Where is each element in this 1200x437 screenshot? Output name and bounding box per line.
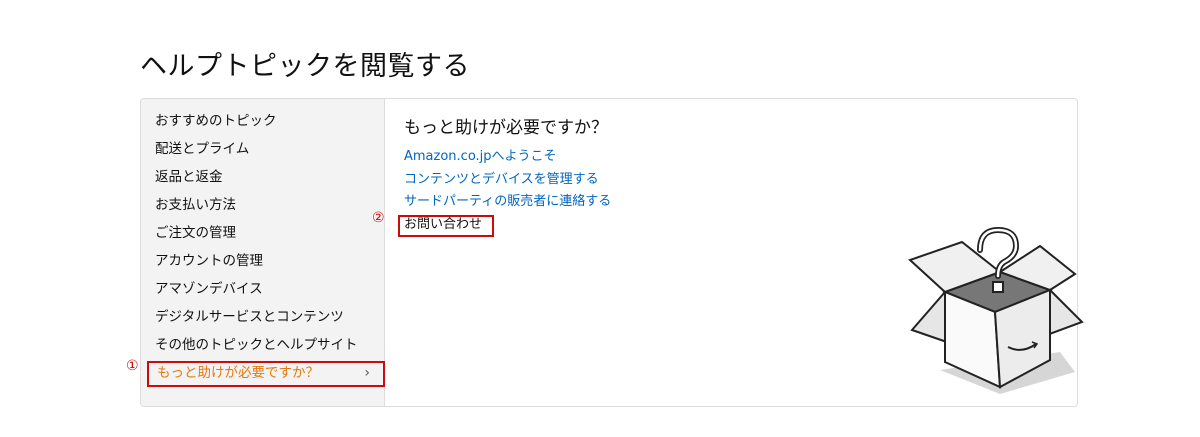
link-welcome[interactable]: Amazon.co.jpへようこそ bbox=[404, 146, 611, 169]
sidebar-item-digital[interactable]: デジタルサービスとコンテンツ bbox=[141, 303, 384, 331]
question-box-icon bbox=[908, 226, 1084, 394]
sidebar-item-recommended[interactable]: おすすめのトピック bbox=[141, 107, 384, 135]
sidebar-item-shipping-prime[interactable]: 配送とプライム bbox=[141, 135, 384, 163]
section-heading: もっと助けが必要ですか？ bbox=[404, 118, 608, 138]
sidebar-list: おすすめのトピック 配送とプライム 返品と返金 お支払い方法 ご注文の管理 アカ… bbox=[141, 107, 385, 388]
help-link-list: Amazon.co.jpへようこそ コンテンツとデバイスを管理する サードパーテ… bbox=[398, 146, 611, 237]
sidebar: おすすめのトピック 配送とプライム 返品と返金 お支払い方法 ご注文の管理 アカ… bbox=[141, 99, 385, 406]
sidebar-item-returns-refunds[interactable]: 返品と返金 bbox=[141, 163, 384, 191]
chevron-right-icon: › bbox=[364, 365, 370, 381]
annotation-highlight-box-2 bbox=[398, 214, 494, 237]
page-title: ヘルプトピックを閲覧する bbox=[140, 51, 470, 82]
help-page: ヘルプトピックを閲覧する おすすめのトピック 配送とプライム 返品と返金 お支払… bbox=[0, 0, 1200, 437]
annotation-marker-2: ② bbox=[372, 210, 385, 226]
sidebar-item-payment[interactable]: お支払い方法 bbox=[141, 191, 384, 219]
link-contact-seller[interactable]: サードパーティの販売者に連絡する bbox=[404, 191, 611, 214]
sidebar-item-account[interactable]: アカウントの管理 bbox=[141, 247, 384, 275]
link-manage-content-devices[interactable]: コンテンツとデバイスを管理する bbox=[404, 169, 611, 192]
sidebar-item-need-help[interactable]: もっと助けが必要ですか？ › bbox=[141, 360, 385, 388]
sidebar-item-other-topics[interactable]: その他のトピックとヘルプサイト bbox=[141, 331, 384, 359]
link-contact-us[interactable]: お問い合わせ bbox=[398, 214, 611, 237]
annotation-marker-1: ① bbox=[126, 358, 139, 374]
sidebar-item-devices[interactable]: アマゾンデバイス bbox=[141, 275, 384, 303]
sidebar-item-orders[interactable]: ご注文の管理 bbox=[141, 219, 384, 247]
sidebar-item-label: もっと助けが必要ですか？ bbox=[157, 365, 319, 381]
